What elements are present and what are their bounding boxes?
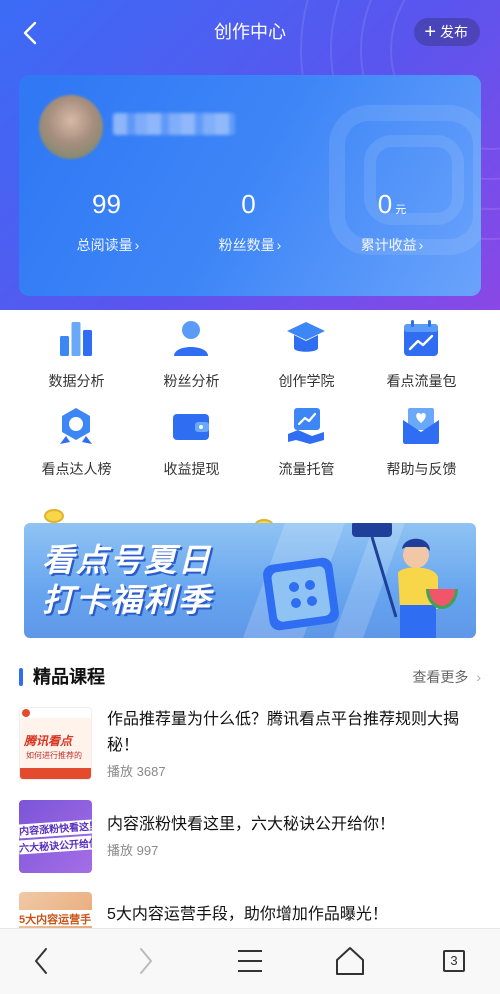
section-title: 精品课程 xyxy=(33,667,105,687)
stat-followers[interactable]: 0 粉丝数量 › xyxy=(173,187,327,255)
banner-line-1: 看点号夏日 xyxy=(42,542,213,578)
username-blurred[interactable] xyxy=(113,113,235,135)
tab-count: 3 xyxy=(443,950,465,972)
browser-back-button[interactable] xyxy=(24,943,60,979)
chevron-right-icon xyxy=(140,948,152,974)
chevron-left-icon xyxy=(35,948,47,974)
watermelon-icon xyxy=(426,589,458,609)
tool-fan-analysis[interactable]: 粉丝分析 xyxy=(134,318,249,398)
character-selfie-icon xyxy=(352,523,438,638)
menu-icon xyxy=(238,950,262,972)
home-icon xyxy=(336,947,364,975)
tool-label: 看点达人榜 xyxy=(41,461,112,477)
tool-label: 看点流量包 xyxy=(386,373,457,389)
browser-forward-button[interactable] xyxy=(127,943,163,979)
course-item[interactable]: 腾讯看点 如何进行推荐的 作品推荐量为什么低？腾讯看点平台推荐规则大揭秘！ 播放… xyxy=(19,707,481,787)
user-icon xyxy=(174,321,208,356)
stat-label: 累计收益 xyxy=(360,237,417,253)
courses-section-header: 精品课程 查看更多 › xyxy=(19,664,481,690)
heart-mail-icon xyxy=(403,408,439,444)
tool-label: 粉丝分析 xyxy=(163,373,220,389)
publish-label: 发布 xyxy=(440,24,468,40)
wallet-icon xyxy=(173,414,209,440)
course-title: 内容涨粉快看这里，六大秘诀公开给你！ xyxy=(107,816,396,833)
stat-earnings[interactable]: 0元 累计收益 › xyxy=(315,187,469,255)
promo-banner[interactable]: 看点号夏日 打卡福利季 xyxy=(24,523,476,638)
tool-traffic-hosting[interactable]: 流量托管 xyxy=(249,406,364,486)
tool-talent-ranking[interactable]: 看点达人榜 xyxy=(19,406,134,486)
browser-menu-button[interactable] xyxy=(232,943,268,979)
top-bar: 创作中心 + 发布 xyxy=(0,0,500,64)
tool-help-feedback[interactable]: 帮助与反馈 xyxy=(364,406,479,486)
course-item[interactable]: 5大内容运营手 5大内容运营手段，助你增加作品曝光！ xyxy=(19,892,481,928)
stat-value: 0 xyxy=(377,189,393,219)
trend-calendar-icon xyxy=(404,320,438,356)
course-play-count: 播放 997 xyxy=(107,843,159,858)
stat-label: 总阅读量 xyxy=(76,237,133,253)
browser-home-button[interactable] xyxy=(332,943,368,979)
stat-value: 0 xyxy=(241,189,256,219)
phone-illustration-icon xyxy=(263,557,339,631)
tool-label: 数据分析 xyxy=(48,373,105,389)
chevron-right-icon: › xyxy=(476,669,481,685)
course-thumbnail: 5大内容运营手 xyxy=(19,892,92,928)
tool-label: 收益提现 xyxy=(163,461,220,477)
course-title: 5大内容运营手段，助你增加作品曝光！ xyxy=(107,906,388,923)
profile-card: 99 总阅读量 › 0 粉丝数量 › 0元 累计收益 › xyxy=(19,75,481,296)
plus-icon: + xyxy=(424,21,436,43)
graduation-cap-icon xyxy=(287,322,325,352)
course-thumbnail: 腾讯看点 如何进行推荐的 xyxy=(19,707,92,780)
see-more-label: 查看更多 xyxy=(412,669,469,685)
tool-label: 创作学院 xyxy=(278,373,335,389)
bar-chart-icon xyxy=(60,322,92,356)
section-accent-bar xyxy=(19,668,23,686)
banner-line-2: 打卡福利季 xyxy=(42,582,213,618)
hand-chart-icon xyxy=(288,408,324,444)
stat-label: 粉丝数量 xyxy=(218,237,275,253)
course-thumbnail: 内容涨粉快看这里 六大秘诀公开给你 xyxy=(19,800,92,873)
tool-creation-academy[interactable]: 创作学院 xyxy=(249,318,364,398)
tool-withdraw-earnings[interactable]: 收益提现 xyxy=(134,406,249,486)
course-play-count: 播放 3687 xyxy=(107,764,166,779)
tool-label: 帮助与反馈 xyxy=(386,461,457,477)
avatar[interactable] xyxy=(39,95,103,159)
tool-traffic-pack[interactable]: 看点流量包 xyxy=(364,318,479,398)
chevron-right-icon: › xyxy=(418,237,424,253)
browser-tabs-button[interactable]: 3 xyxy=(436,943,472,979)
browser-bottom-bar: 3 xyxy=(0,928,500,994)
chevron-right-icon: › xyxy=(276,237,282,253)
currency-unit: 元 xyxy=(395,204,407,216)
see-more-link[interactable]: 查看更多 › xyxy=(412,666,481,688)
stat-value: 99 xyxy=(92,189,121,219)
tool-label: 流量托管 xyxy=(278,461,335,477)
coin-decoration xyxy=(44,509,64,523)
publish-button[interactable]: + 发布 xyxy=(414,18,480,46)
medal-icon xyxy=(60,408,92,444)
course-title: 作品推荐量为什么低？腾讯看点平台推荐规则大揭秘！ xyxy=(107,711,460,754)
course-item[interactable]: 内容涨粉快看这里 六大秘诀公开给你 内容涨粉快看这里，六大秘诀公开给你！ 播放 … xyxy=(19,800,481,880)
tool-data-analysis[interactable]: 数据分析 xyxy=(19,318,134,398)
chevron-right-icon: › xyxy=(134,237,140,253)
stat-total-reads[interactable]: 99 总阅读量 › xyxy=(31,187,185,255)
